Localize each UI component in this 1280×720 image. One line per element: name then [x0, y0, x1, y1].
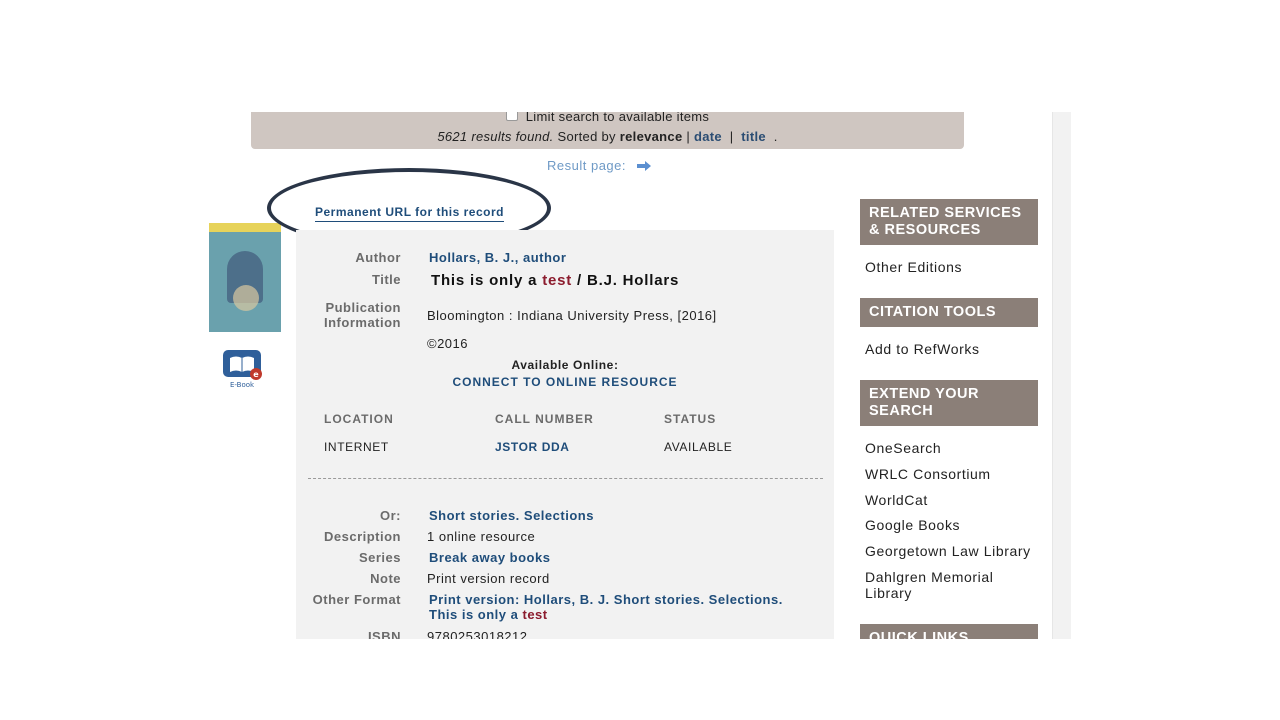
sidebar-item-wrlc[interactable]: WRLC Consortium [865, 466, 1037, 482]
sorted-by-label: Sorted by [557, 129, 616, 144]
sidebar-item-worldcat[interactable]: WorldCat [865, 492, 1037, 508]
publication-label: Publication Information [324, 300, 401, 330]
limit-available-checkbox[interactable] [505, 112, 518, 121]
sidebar-item-refworks[interactable]: Add to RefWorks [865, 341, 1037, 357]
holdings-status: AVAILABLE [664, 440, 733, 454]
sort-separator: | [729, 129, 734, 144]
sidebar-item-georgetown-law[interactable]: Georgetown Law Library [865, 543, 1037, 559]
book-cover-thumbnail[interactable] [209, 223, 281, 332]
or-label: Or: [380, 508, 401, 523]
sort-relevance: relevance [619, 129, 683, 144]
holdings-call-number-link[interactable]: JSTOR DDA [495, 440, 570, 454]
sort-title-link[interactable]: title [741, 129, 766, 144]
series-link[interactable]: Break away books [429, 550, 550, 565]
right-arrow-icon[interactable] [636, 159, 652, 174]
sidebar-item-google-books[interactable]: Google Books [865, 517, 1037, 533]
results-summary: 5621 results found. Sorted by relevance … [251, 129, 964, 144]
description-value: 1 online resource [427, 529, 536, 544]
scrollbar[interactable] [1052, 112, 1071, 639]
results-count: 5621 results found. [437, 129, 554, 144]
isbn-label: ISBN [367, 629, 401, 639]
limit-search-row: Limit search to available items [251, 112, 964, 124]
series-label: Series [358, 550, 401, 565]
author-label: Author [355, 250, 401, 265]
connect-online-link[interactable]: CONNECT TO ONLINE RESOURCE [296, 375, 834, 389]
title-label: Title [372, 272, 401, 287]
svg-text:e: e [253, 370, 259, 379]
citation-tools-heading: CITATION TOOLS [860, 298, 1038, 327]
sidebar-item-onesearch[interactable]: OneSearch [865, 440, 1037, 456]
sort-end: . [773, 129, 778, 144]
divider [308, 478, 823, 479]
holdings-header-call-number: CALL NUMBER [495, 412, 594, 426]
sort-separator: | [686, 129, 691, 144]
or-link[interactable]: Short stories. Selections [429, 508, 594, 523]
sidebar-item-dahlgren[interactable]: Dahlgren Memorial Library [865, 569, 1037, 601]
result-page-nav: Result page: [547, 158, 652, 174]
note-label: Note [370, 571, 401, 586]
record-title: This is only a test / B.J. Hollars [431, 272, 680, 289]
other-format-label: Other Format [312, 592, 401, 607]
result-page-label: Result page: [547, 158, 626, 173]
title-highlight: test [542, 272, 573, 289]
ebook-icon: e E-Book [222, 349, 266, 389]
quick-links-heading: QUICK LINKS [860, 624, 1038, 639]
other-format-link[interactable]: Print version: Hollars, B. J. Short stor… [429, 592, 819, 622]
sidebar-item-other-editions[interactable]: Other Editions [865, 259, 1037, 275]
description-label: Description [323, 529, 401, 544]
isbn-value: 9780253018212 [427, 629, 528, 639]
note-value: Print version record [427, 571, 550, 586]
related-services-heading: RELATED SERVICES & RESOURCES [860, 199, 1038, 245]
publication-value: Bloomington : Indiana University Press, … [427, 308, 717, 323]
author-link[interactable]: Hollars, B. J., author [429, 250, 566, 265]
format-label: E-Book [230, 381, 255, 389]
record-details: Author Hollars, B. J., author Title This… [296, 230, 834, 639]
page-viewport: Limit search to available items 5621 res… [0, 112, 1280, 639]
copyright-value: ©2016 [427, 336, 468, 351]
sort-date-link[interactable]: date [694, 129, 722, 144]
limit-available-label: Limit search to available items [525, 112, 710, 124]
holdings-location: INTERNET [324, 440, 389, 454]
holdings-header-location: LOCATION [324, 412, 394, 426]
available-online-label: Available Online: [511, 358, 619, 372]
extend-search-heading: EXTEND YOUR SEARCH [860, 380, 1038, 426]
holdings-header-status: STATUS [664, 412, 717, 426]
search-results-bar: Limit search to available items 5621 res… [251, 112, 964, 149]
